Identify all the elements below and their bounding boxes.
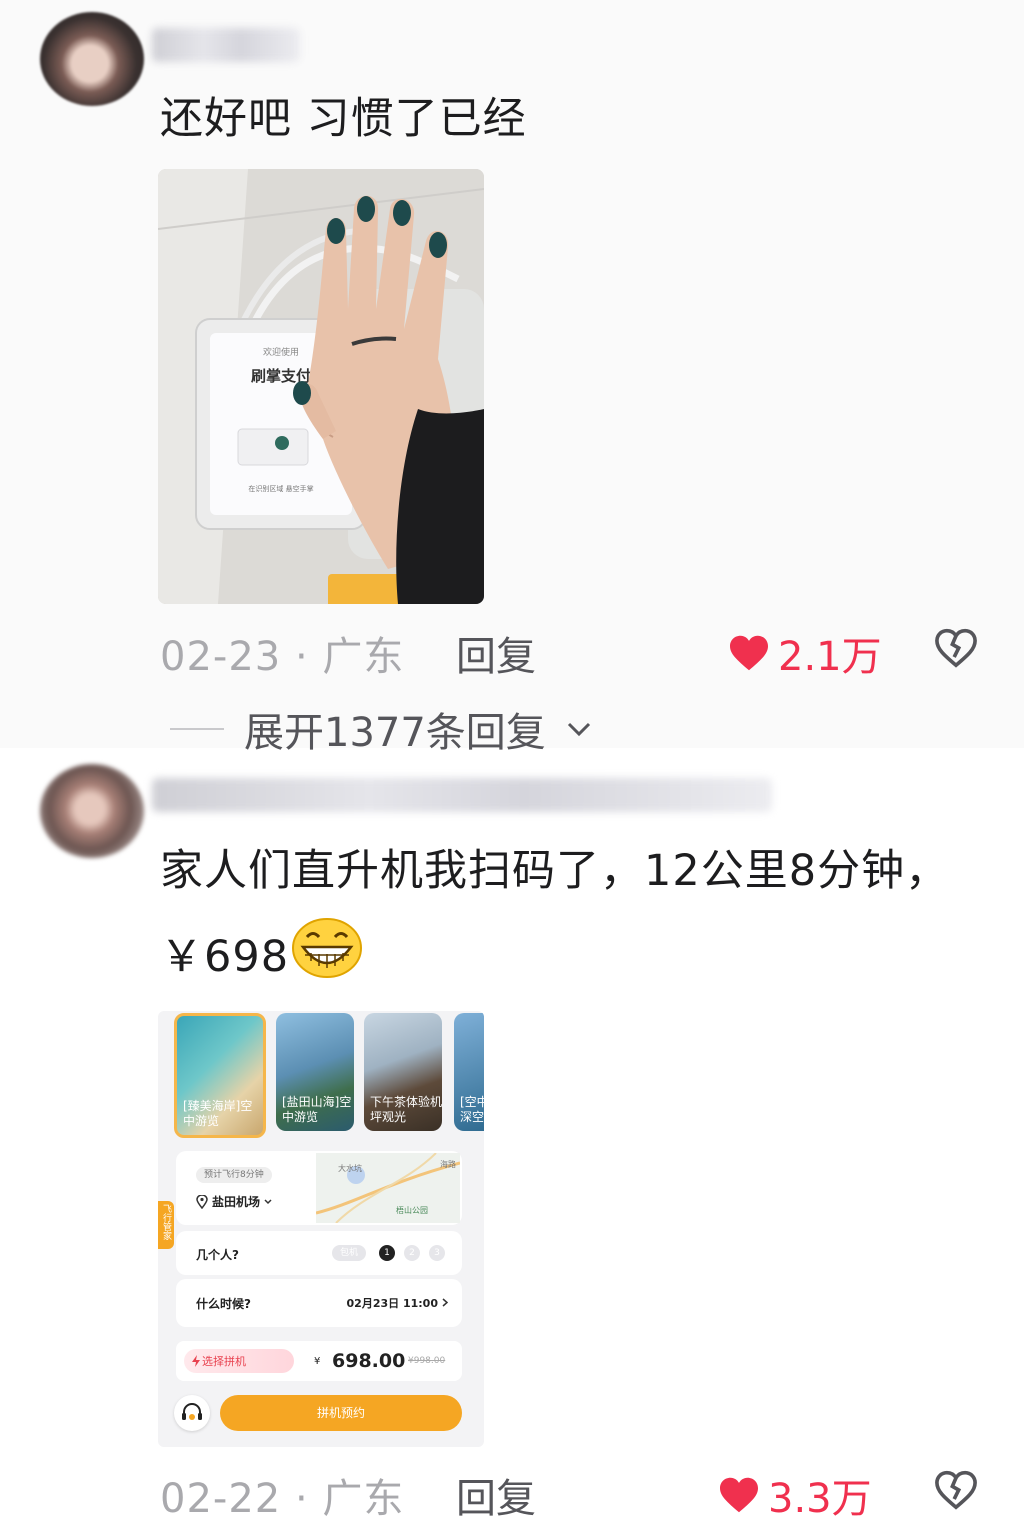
people-card[interactable]: 几个人? 包机 1 2 3 xyxy=(176,1231,462,1275)
pool-label: 选择拼机 xyxy=(202,1355,246,1368)
price: 698.00 xyxy=(332,1350,406,1372)
time-card[interactable]: 什么时候? 02月23日 11:00 xyxy=(176,1279,462,1327)
username-blurred[interactable] xyxy=(152,778,772,812)
location-label: 盐田机场 xyxy=(212,1195,261,1209)
charter-option[interactable]: 包机 xyxy=(332,1245,366,1261)
customer-service-button[interactable] xyxy=(174,1395,210,1431)
map-label: 大水坑 xyxy=(338,1163,362,1173)
comment-text: 还好吧 习惯了已经 xyxy=(160,94,527,144)
chevron-right-icon xyxy=(442,1298,448,1307)
like-count: 2.1万 xyxy=(778,634,882,680)
device-hint: 在识别区域 悬空手掌 xyxy=(248,484,313,493)
map-label: 梧山公园 xyxy=(396,1205,428,1215)
heart-icon xyxy=(720,1477,758,1513)
flight-time-badge: 预计飞行8分钟 xyxy=(196,1167,272,1183)
comment-photo[interactable]: 欢迎使用 刷掌支付 在识别区域 悬空手掌 xyxy=(158,169,484,604)
dislike-heart-icon[interactable] xyxy=(934,1470,978,1510)
people-option[interactable]: 3 xyxy=(429,1245,445,1261)
route-card[interactable]: 大水坑 梧山公园 海路 预计飞行8分钟 盐田机场 xyxy=(176,1151,462,1225)
tour-tile-label: [臻美海岸]空中游览 xyxy=(183,1099,253,1128)
comment-text-content: 家人们直升机我扫码了，12公里8分钟，￥698 xyxy=(160,846,950,982)
map-thumbnail: 大水坑 梧山公园 海路 xyxy=(316,1153,460,1223)
like-button[interactable]: 3.3万 xyxy=(718,1466,872,1523)
expand-replies[interactable]: 展开1377条回复 xyxy=(170,700,592,758)
time-value: 02月23日 11:00 xyxy=(346,1297,438,1310)
people-label: 几个人? xyxy=(196,1248,239,1262)
pool-option[interactable]: 选择拼机 xyxy=(184,1349,294,1373)
expand-replies-label: 展开1377条回复 xyxy=(244,710,546,756)
location-selector[interactable]: 盐田机场 xyxy=(196,1193,272,1210)
heart-icon xyxy=(730,635,768,671)
location-pin-icon xyxy=(196,1194,208,1209)
lightning-icon xyxy=(192,1355,200,1367)
device-header: 欢迎使用 xyxy=(263,346,299,358)
people-option-selected[interactable]: 1 xyxy=(379,1245,395,1261)
map-label: 海路 xyxy=(440,1159,456,1169)
tour-tile[interactable]: [盐田山海]空中游览 xyxy=(276,1013,354,1131)
book-button[interactable]: 拼机预约 xyxy=(220,1395,462,1431)
like-button[interactable]: 2.1万 xyxy=(728,624,882,682)
headset-icon xyxy=(182,1403,202,1420)
palm-payment-photo: 欢迎使用 刷掌支付 在识别区域 悬空手掌 xyxy=(158,169,484,604)
username-blurred[interactable] xyxy=(152,28,300,62)
comment-meta: 02-22 · 广东 xyxy=(160,1476,405,1522)
tour-tile[interactable]: 下午茶体验机坪观光 xyxy=(364,1013,442,1131)
comment-text: 家人们直升机我扫码了，12公里8分钟，￥698 xyxy=(160,828,970,1000)
dislike-heart-icon[interactable] xyxy=(934,628,978,668)
avatar[interactable] xyxy=(40,764,144,858)
original-price: ¥998.00 xyxy=(408,1356,446,1366)
grin-emoji-icon xyxy=(292,918,363,978)
divider-line xyxy=(170,728,224,730)
comment-meta: 02-23 · 广东 xyxy=(160,634,405,680)
side-tab[interactable]: 飞行管家 xyxy=(158,1201,174,1249)
price-symbol: ¥ xyxy=(314,1356,321,1367)
tour-tile[interactable]: [空中]深空 xyxy=(454,1013,484,1131)
chevron-down-icon xyxy=(567,722,590,737)
app-screenshot[interactable]: [臻美海岸]空中游览 [盐田山海]空中游览 下午茶体验机坪观光 [空中]深空 飞… xyxy=(158,1011,484,1447)
tour-tile-label: [盐田山海]空中游览 xyxy=(282,1095,352,1124)
price-row: 选择拼机 ¥ 698.00 ¥998.00 xyxy=(176,1341,462,1381)
tour-tile-label: [空中]深空 xyxy=(460,1095,484,1124)
reply-button[interactable]: 回复 xyxy=(456,1466,536,1523)
like-count: 3.3万 xyxy=(768,1476,872,1522)
reply-button[interactable]: 回复 xyxy=(456,624,536,682)
people-option[interactable]: 2 xyxy=(404,1245,420,1261)
tour-tile[interactable]: [臻美海岸]空中游览 xyxy=(174,1013,266,1138)
time-label: 什么时候? xyxy=(196,1297,251,1311)
chevron-down-icon xyxy=(264,1198,272,1204)
avatar[interactable] xyxy=(40,12,144,106)
tour-tile-label: 下午茶体验机坪观光 xyxy=(370,1095,442,1124)
